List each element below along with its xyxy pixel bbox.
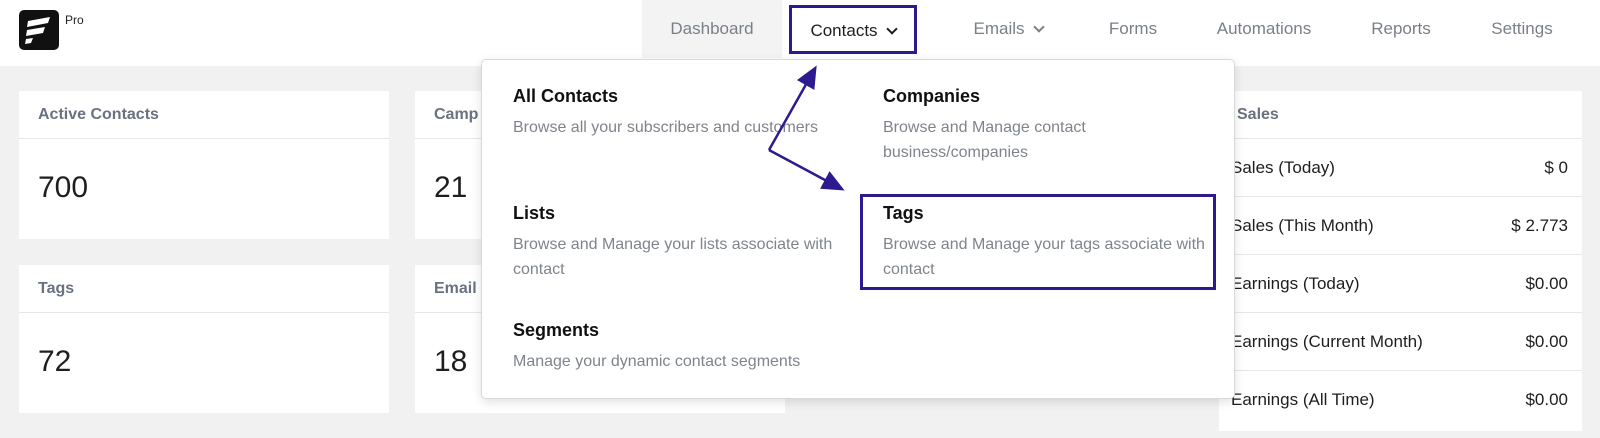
nav-dashboard-label: Dashboard xyxy=(670,19,754,38)
nav-emails-label: Emails xyxy=(973,19,1025,38)
nav-reports-label: Reports xyxy=(1371,19,1431,38)
sales-row: Sales (Today) $ 0 xyxy=(1219,139,1582,197)
nav-contacts-label: Contacts xyxy=(810,21,878,40)
menu-item-title: Lists xyxy=(513,203,556,223)
nav-settings-label: Settings xyxy=(1491,19,1553,38)
menu-item-title: Companies xyxy=(883,86,981,106)
contacts-dropdown-menu: All Contacts Browse all your subscribers… xyxy=(481,59,1235,399)
sales-card: Sales Sales (Today) $ 0 Sales (This Month… xyxy=(1219,91,1582,431)
menu-item-companies[interactable]: Companies Browse and Manage contact busi… xyxy=(883,86,1213,165)
sales-row: Sales (This Month) $ 2.773 xyxy=(1219,197,1582,255)
sales-row-value: $0.00 xyxy=(1525,273,1568,293)
sales-row-label: Earnings (All Time) xyxy=(1231,390,1375,409)
menu-item-description: Browse all your subscribers and customer… xyxy=(513,119,819,136)
sales-row-label: Sales (This Month) xyxy=(1231,215,1374,235)
menu-item-description: Browse and Manage contact business/compa… xyxy=(883,119,1086,161)
fluentcrm-logo-icon[interactable] xyxy=(19,10,59,50)
nav-automations-label: Automations xyxy=(1216,19,1312,38)
sales-row-label: Sales (Today) xyxy=(1231,157,1335,177)
menu-item-segments[interactable]: Segments Manage your dynamic contact seg… xyxy=(513,320,873,374)
sales-row-label: Earnings (Today) xyxy=(1231,273,1360,293)
pro-badge: Pro xyxy=(65,13,84,27)
card-value: 72 xyxy=(38,345,72,378)
top-navbar: Pro Dashboard Contacts Emails Forms Auto… xyxy=(0,0,1600,66)
menu-item-lists[interactable]: Lists Browse and Manage your lists assoc… xyxy=(513,203,843,282)
chevron-down-icon xyxy=(1032,21,1045,33)
nav-reports[interactable]: Reports xyxy=(1360,0,1442,58)
menu-item-title: Segments xyxy=(513,320,600,340)
sales-row: Earnings (Current Month) $0.00 xyxy=(1219,313,1582,371)
nav-settings[interactable]: Settings xyxy=(1480,0,1564,58)
nav-dashboard[interactable]: Dashboard xyxy=(642,0,782,58)
sales-row: Earnings (All Time) $0.00 xyxy=(1219,371,1582,429)
nav-forms-label: Forms xyxy=(1108,19,1158,38)
card-title: Sales xyxy=(1219,91,1582,139)
nav-forms[interactable]: Forms xyxy=(1100,0,1166,58)
sales-row-value: $ 0 xyxy=(1544,157,1568,177)
tags-card: Tags 72 xyxy=(19,265,389,413)
nav-contacts[interactable]: Contacts xyxy=(789,5,917,54)
sales-row-value: $0.00 xyxy=(1525,390,1568,409)
nav-automations[interactable]: Automations xyxy=(1205,0,1323,58)
card-title: Active Contacts xyxy=(19,91,389,139)
nav-emails[interactable]: Emails xyxy=(948,0,1068,58)
card-title: Tags xyxy=(19,265,389,313)
menu-item-title: Tags xyxy=(883,203,924,223)
sales-row: Earnings (Today) $0.00 xyxy=(1219,255,1582,313)
active-contacts-card: Active Contacts 700 xyxy=(19,91,389,239)
menu-item-title: All Contacts xyxy=(513,86,619,106)
sales-row-value: $0.00 xyxy=(1525,331,1568,351)
menu-item-description: Browse and Manage your lists associate w… xyxy=(513,236,833,278)
menu-item-description: Browse and Manage your tags associate wi… xyxy=(883,236,1205,278)
sales-row-label: Earnings (Current Month) xyxy=(1231,331,1423,351)
sales-row-value: $ 2.773 xyxy=(1511,215,1568,235)
menu-item-all-contacts[interactable]: All Contacts Browse all your subscribers… xyxy=(513,86,843,140)
menu-item-tags[interactable]: Tags Browse and Manage your tags associa… xyxy=(883,203,1213,282)
card-value: 700 xyxy=(38,171,89,204)
chevron-down-icon xyxy=(885,23,898,35)
menu-item-description: Manage your dynamic contact segments xyxy=(513,353,801,370)
